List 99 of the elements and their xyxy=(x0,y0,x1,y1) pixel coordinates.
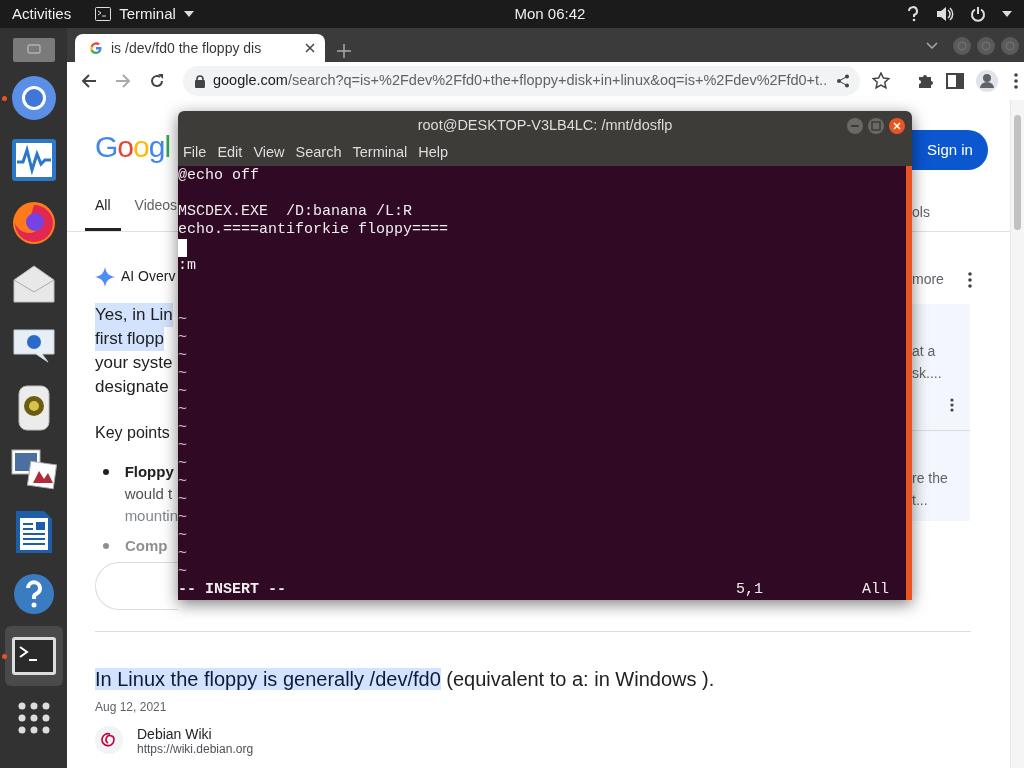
source-snippet: t... xyxy=(912,491,929,510)
tilde-marker: ~ xyxy=(178,401,187,418)
tools-tab[interactable]: ols xyxy=(912,202,930,231)
more-options-icon[interactable] xyxy=(967,271,972,288)
activities-button[interactable]: Activities xyxy=(12,2,72,26)
tilde-marker: ~ xyxy=(178,311,187,328)
app-menu[interactable]: Terminal xyxy=(119,2,176,26)
bullet-title: Floppy xyxy=(124,462,175,482)
google-logo: Googl xyxy=(95,129,171,165)
url-text: google.com/search?q=is+%2Fdev%2Ffd0+the+floppy+disk+in+linux&oq=is+%2Fdev%2Ffd0+t... xyxy=(212,71,829,91)
volume-icon[interactable] xyxy=(936,6,954,22)
dock-item[interactable] xyxy=(5,626,63,686)
new-tab-icon[interactable] xyxy=(337,44,351,58)
bullet-icon xyxy=(103,543,109,549)
overview-text: first flopp xyxy=(95,327,164,351)
app-grid-icon[interactable] xyxy=(17,701,51,735)
terminal-line: echo.====antiforkie floppy==== xyxy=(178,221,449,238)
help-icon[interactable] xyxy=(13,573,55,615)
close-icon[interactable] xyxy=(888,117,906,135)
back-icon[interactable] xyxy=(81,73,97,89)
menu-item[interactable]: Search xyxy=(295,142,342,164)
search-tab[interactable]: All xyxy=(85,195,121,231)
side-panel-icon[interactable] xyxy=(946,73,964,89)
bullet-title: Comp xyxy=(125,536,168,556)
ai-overview-title: AI Overv xyxy=(121,267,176,286)
speaker-icon[interactable] xyxy=(17,385,51,431)
tilde-marker: ~ xyxy=(178,419,187,436)
tilde-marker: ~ xyxy=(178,455,187,472)
menu-icon[interactable] xyxy=(1014,73,1018,89)
caret-icon[interactable] xyxy=(1002,11,1012,17)
cursor-position: 5,1 xyxy=(736,581,764,599)
terminal-icon xyxy=(95,7,112,21)
site-url[interactable]: https://wiki.debian.org xyxy=(137,742,254,756)
chevron-icon[interactable] xyxy=(926,42,938,50)
tilde-marker: ~ xyxy=(178,347,187,364)
tilde-marker: ~ xyxy=(178,491,187,508)
bullet-text: mountin xyxy=(124,506,178,526)
menu-item[interactable]: View xyxy=(253,142,285,164)
tilde-marker: ~ xyxy=(178,329,187,346)
network-icon[interactable] xyxy=(906,6,920,22)
tilde-marker: ~ xyxy=(178,473,187,490)
tilde-marker: ~ xyxy=(178,563,187,580)
terminal-line: :m xyxy=(178,257,196,274)
site-icon xyxy=(95,726,123,754)
sign-in-button[interactable]: Sign in xyxy=(912,130,988,170)
system-monitor-icon[interactable] xyxy=(11,138,57,182)
overview-text: designate xyxy=(95,376,169,398)
text-cursor xyxy=(178,239,187,257)
terminal-line: MSCDEX.EXE /D:banana /L:R xyxy=(178,203,413,220)
document-icon[interactable] xyxy=(15,510,53,554)
tilde-marker: ~ xyxy=(178,437,187,454)
bullet-text: would t xyxy=(124,484,174,504)
photos-icon[interactable] xyxy=(11,449,57,491)
lock-icon xyxy=(195,74,205,88)
result-date: Aug 12, 2021 xyxy=(95,699,168,716)
source-snippet: at a xyxy=(912,342,937,361)
window-title: root@DESKTOP-V3LB4LC: /mnt/dosflp xyxy=(417,115,673,135)
sparkle-icon xyxy=(95,266,115,287)
browser-tab[interactable]: is /dev/fd0 the floppy dis xyxy=(75,34,325,62)
key-points-heading: Key points xyxy=(95,423,170,443)
power-icon[interactable] xyxy=(970,6,986,22)
menu-item[interactable]: Help xyxy=(418,142,449,164)
profile-icon[interactable] xyxy=(976,70,998,92)
scroll-position: All xyxy=(862,581,890,599)
terminal-line: @echo off xyxy=(178,167,259,184)
terminal-icon[interactable] xyxy=(11,636,57,676)
share-icon[interactable] xyxy=(836,74,850,88)
tilde-marker: ~ xyxy=(178,527,187,544)
more-options-icon[interactable] xyxy=(950,397,954,412)
address-bar[interactable]: google.com/search?q=is+%2Fdev%2Ffd0+the+floppy+disk+in+linux&oq=is+%2Fdev%2Ffd0+t... xyxy=(183,66,860,96)
menu-item[interactable]: Edit xyxy=(217,142,243,164)
tilde-marker: ~ xyxy=(178,383,187,400)
more-link[interactable]: more xyxy=(912,269,944,290)
scrollbar[interactable] xyxy=(1010,100,1024,768)
site-name[interactable]: Debian Wiki xyxy=(137,726,254,742)
menu-item[interactable]: Terminal xyxy=(352,142,408,164)
tilde-marker: ~ xyxy=(178,365,187,382)
reload-icon[interactable] xyxy=(149,73,165,89)
google-icon xyxy=(89,41,103,55)
close-icon[interactable] xyxy=(305,43,315,53)
overview-text: your syste xyxy=(95,352,173,374)
menu-item[interactable]: File xyxy=(183,142,207,164)
chromium-icon[interactable] xyxy=(11,75,57,121)
editor-mode: -- INSERT -- xyxy=(178,581,288,599)
drive-icon[interactable] xyxy=(12,37,56,63)
overview-text: Yes, in Lin xyxy=(95,303,173,327)
source-snippet: sk.... xyxy=(912,364,943,383)
envelope-icon[interactable] xyxy=(12,264,56,304)
caret-icon xyxy=(183,11,194,17)
source-snippet: re the xyxy=(912,469,949,488)
clock[interactable]: Mon 06:42 xyxy=(514,2,586,26)
search-tab[interactable]: Videos xyxy=(134,195,178,231)
puzzle-icon[interactable] xyxy=(916,72,934,90)
result-heading: In Linux the floppy is generally /dev/fd0 (equivalent to a: in Windows ). xyxy=(95,667,716,692)
firefox-icon[interactable] xyxy=(11,199,57,245)
bookmark-star-icon[interactable] xyxy=(872,72,890,90)
bullet-icon xyxy=(103,469,109,475)
tilde-marker: ~ xyxy=(178,509,187,526)
tilde-marker: ~ xyxy=(178,545,187,562)
